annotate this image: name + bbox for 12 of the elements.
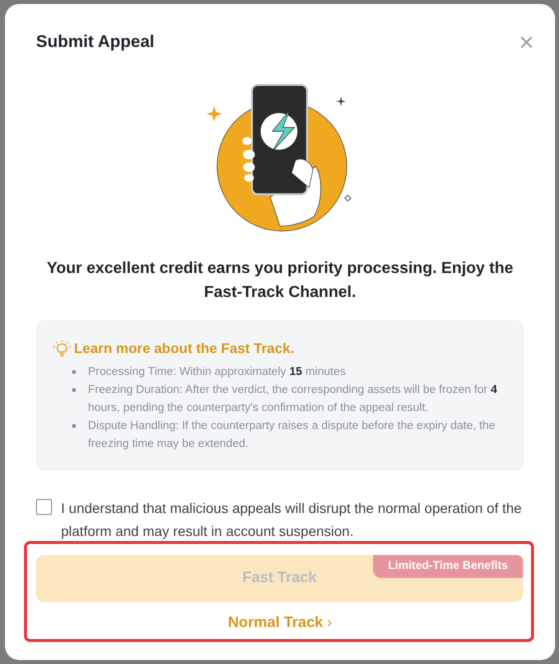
headline-text: Your excellent credit earns you priority processing. Enjoy the Fast-Track Channel. (46, 259, 514, 303)
close-button[interactable]: × (518, 29, 534, 55)
info-item-text: Dispute Handling: If the counterparty raises a dispute before the expiry date, the freezing time may be extended. (88, 419, 496, 452)
info-item-text: Freezing Duration: After the verdict, the corresponding assets will be frozen for 4 hours, pending the counterparty's confirmation of the appeal result. (88, 383, 498, 416)
info-item-text: Processing Time: Within approximately 15 minutes (88, 365, 346, 380)
agreement-checkbox[interactable] (36, 499, 52, 515)
normal-track-link[interactable]: Normal Track › (210, 612, 350, 634)
dialog-title: Submit Appeal (36, 31, 154, 54)
lightbulb-icon (53, 340, 71, 358)
agreement-text: I understand that malicious appeals will disrupt the normal operation of the platform and may result in account suspension. (61, 499, 523, 541)
promo-badge: Limited-Time Benefits (373, 555, 523, 578)
info-heading: Learn more about the Fast Track. (74, 339, 294, 358)
